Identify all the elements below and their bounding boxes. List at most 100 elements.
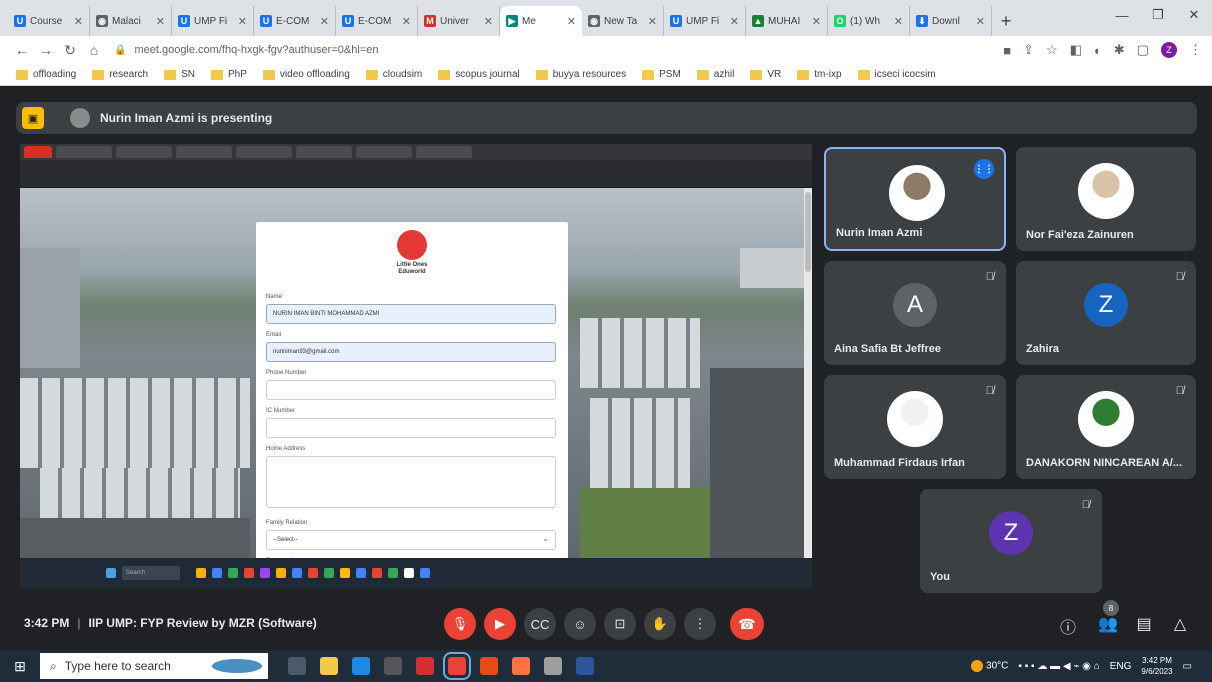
bookmark-folder[interactable]: VR bbox=[750, 69, 781, 80]
close-tab-icon[interactable]: ✕ bbox=[730, 15, 739, 28]
puzzle-icon[interactable]: ✱ bbox=[1114, 42, 1125, 58]
forward-icon[interactable]: → bbox=[34, 42, 58, 58]
browser-tab[interactable]: U Course ✕ bbox=[8, 6, 90, 36]
present-button[interactable]: ⊡ bbox=[604, 608, 636, 640]
windows-start-icon[interactable]: ⊞ bbox=[0, 650, 40, 682]
participant-tile[interactable]: 🎙̸ Muhammad Firdaus Irfan bbox=[824, 375, 1006, 479]
minimize-icon[interactable]: — bbox=[1104, 0, 1140, 30]
participant-tile[interactable]: ⋮⋮ Nurin Iman Azmi bbox=[824, 147, 1006, 251]
browser-tab[interactable]: U UMP Fi ✕ bbox=[172, 6, 254, 36]
form-field-input[interactable]: NURIN IMAN BINTI MOHAMMAD AZMI bbox=[266, 304, 556, 324]
participant-tile[interactable]: Z 🎙̸ Zahira bbox=[1016, 261, 1196, 365]
favicon-icon: O bbox=[834, 15, 846, 27]
form-field-input[interactable] bbox=[266, 380, 556, 400]
sidebar-icon[interactable]: ▢ bbox=[1137, 42, 1149, 58]
app-icon[interactable] bbox=[544, 657, 562, 675]
new-tab-button[interactable]: + bbox=[992, 6, 1020, 36]
firefox-icon[interactable] bbox=[480, 657, 498, 675]
browser-tab[interactable]: ⬇ Downl ✕ bbox=[910, 6, 992, 36]
close-tab-icon[interactable]: ✕ bbox=[402, 15, 411, 28]
app-icon[interactable] bbox=[384, 657, 402, 675]
form-field-input[interactable]: nuriniman93@gmail.com bbox=[266, 342, 556, 362]
extension-icon[interactable]: ◐ bbox=[1094, 43, 1102, 58]
taskbar-search-box[interactable]: ⌕ Type here to search bbox=[40, 653, 268, 679]
language-indicator[interactable]: ENG bbox=[1110, 661, 1132, 672]
close-tab-icon[interactable]: ✕ bbox=[812, 15, 821, 28]
task-view-icon[interactable] bbox=[288, 657, 306, 675]
profile-avatar[interactable]: Z bbox=[1161, 42, 1177, 58]
participant-tile[interactable]: 🎙̸ DANAKORN NINCAREAN A/... bbox=[1016, 375, 1196, 479]
camera-icon[interactable]: ■ bbox=[1003, 43, 1011, 58]
form-field-input[interactable] bbox=[266, 418, 556, 438]
weather-widget[interactable]: 30°C bbox=[971, 660, 1008, 672]
back-icon[interactable]: ← bbox=[10, 42, 34, 58]
browser-tab[interactable]: ◉ New Ta ✕ bbox=[582, 6, 664, 36]
bookmark-folder[interactable]: icseci icocsim bbox=[857, 69, 936, 80]
emoji-button[interactable]: ☺ bbox=[564, 608, 596, 640]
people-icon[interactable]: 👥 bbox=[1096, 614, 1120, 634]
taskbar-clock[interactable]: 3:42 PM 9/6/2023 bbox=[1141, 655, 1172, 677]
close-tab-icon[interactable]: ✕ bbox=[567, 15, 576, 28]
browser-tab[interactable]: ◉ Malaci ✕ bbox=[90, 6, 172, 36]
captions-button[interactable]: CC bbox=[524, 608, 556, 640]
pdf-reader-icon[interactable] bbox=[416, 657, 434, 675]
leave-call-button[interactable]: ☎ bbox=[730, 608, 764, 640]
app-icon[interactable] bbox=[512, 657, 530, 675]
close-tab-icon[interactable]: ✕ bbox=[648, 15, 657, 28]
raise-hand-button[interactable]: ✋ bbox=[644, 608, 676, 640]
bookmark-folder[interactable]: tm-ixp bbox=[797, 69, 842, 80]
close-tab-icon[interactable]: ✕ bbox=[74, 15, 83, 28]
edge-icon[interactable] bbox=[352, 657, 370, 675]
camera-off-button[interactable]: ▶ bbox=[484, 608, 516, 640]
extension-icon[interactable]: ◧ bbox=[1070, 42, 1082, 58]
bookmark-folder[interactable]: offloading bbox=[16, 69, 76, 80]
form-field-input[interactable] bbox=[266, 456, 556, 508]
maximize-icon[interactable]: ❐ bbox=[1140, 0, 1176, 30]
bookmark-folder[interactable]: buyya resources bbox=[535, 69, 626, 80]
browser-tab[interactable]: U UMP Fi ✕ bbox=[664, 6, 746, 36]
mic-off-button[interactable]: 🎙 bbox=[444, 608, 476, 640]
bookmark-folder[interactable]: research bbox=[92, 69, 148, 80]
bookmark-star-icon[interactable]: ☆ bbox=[1046, 42, 1058, 58]
notification-icon[interactable]: ▭ bbox=[1183, 661, 1192, 672]
browser-tab[interactable]: M Univer ✕ bbox=[418, 6, 500, 36]
more-options-button[interactable]: ⋮ bbox=[684, 608, 716, 640]
file-explorer-icon[interactable] bbox=[320, 657, 338, 675]
bookmark-folder[interactable]: scopus journal bbox=[438, 69, 520, 80]
participant-tile[interactable]: Nor Fai'eza Zainuren bbox=[1016, 147, 1196, 251]
bookmark-folder[interactable]: azhil bbox=[696, 69, 734, 80]
menu-icon[interactable]: ⋮ bbox=[1189, 42, 1202, 58]
close-tab-icon[interactable]: ✕ bbox=[238, 15, 247, 28]
close-tab-icon[interactable]: ✕ bbox=[894, 15, 903, 28]
chrome-icon[interactable] bbox=[443, 652, 471, 680]
browser-tab[interactable]: ▶ Me ✕ bbox=[500, 6, 582, 36]
close-icon[interactable]: ✕ bbox=[1176, 0, 1212, 30]
bookmark-folder[interactable]: video offloading bbox=[262, 69, 350, 80]
share-icon[interactable]: ⇪ bbox=[1023, 42, 1034, 58]
close-tab-icon[interactable]: ✕ bbox=[484, 15, 493, 28]
tray-icons[interactable]: ▪ ▪ ▪ ☁ ▬ ◀ ⌁ ◉ ⌂ bbox=[1018, 661, 1099, 672]
present-screen-icon[interactable]: ▣ bbox=[22, 107, 44, 129]
close-tab-icon[interactable]: ✕ bbox=[976, 15, 985, 28]
activities-icon[interactable]: △ bbox=[1168, 614, 1192, 634]
browser-tab[interactable]: O (1) Wh ✕ bbox=[828, 6, 910, 36]
participant-tile[interactable]: Z 🎙̸ You bbox=[920, 489, 1102, 593]
form-field-input[interactable]: --Select-- bbox=[266, 530, 556, 550]
close-tab-icon[interactable]: ✕ bbox=[320, 15, 329, 28]
meeting-details-icon[interactable]: ⓘ bbox=[1056, 614, 1080, 638]
browser-tab[interactable]: U E-COM ✕ bbox=[336, 6, 418, 36]
bookmark-folder[interactable]: cloudsim bbox=[365, 69, 422, 80]
reload-icon[interactable]: ↻ bbox=[58, 42, 82, 59]
bookmark-folder[interactable]: PSM bbox=[642, 69, 681, 80]
participant-tile[interactable]: A 🎙̸ Aina Safia Bt Jeffree bbox=[824, 261, 1006, 365]
browser-tab[interactable]: U E-COM ✕ bbox=[254, 6, 336, 36]
browser-tab[interactable]: ▲ MUHAI ✕ bbox=[746, 6, 828, 36]
close-tab-icon[interactable]: ✕ bbox=[156, 15, 165, 28]
bookmark-folder[interactable]: PhP bbox=[211, 69, 247, 80]
url-field[interactable]: 🔒 meet.google.com/fhq-hxgk-fgv?authuser=… bbox=[114, 39, 934, 61]
bookmark-folder[interactable]: SN bbox=[164, 69, 195, 80]
home-icon[interactable]: ⌂ bbox=[82, 42, 106, 58]
word-icon[interactable] bbox=[576, 657, 594, 675]
chat-icon[interactable]: ▤ bbox=[1132, 614, 1156, 634]
window-controls: — ❐ ✕ bbox=[1104, 0, 1212, 30]
